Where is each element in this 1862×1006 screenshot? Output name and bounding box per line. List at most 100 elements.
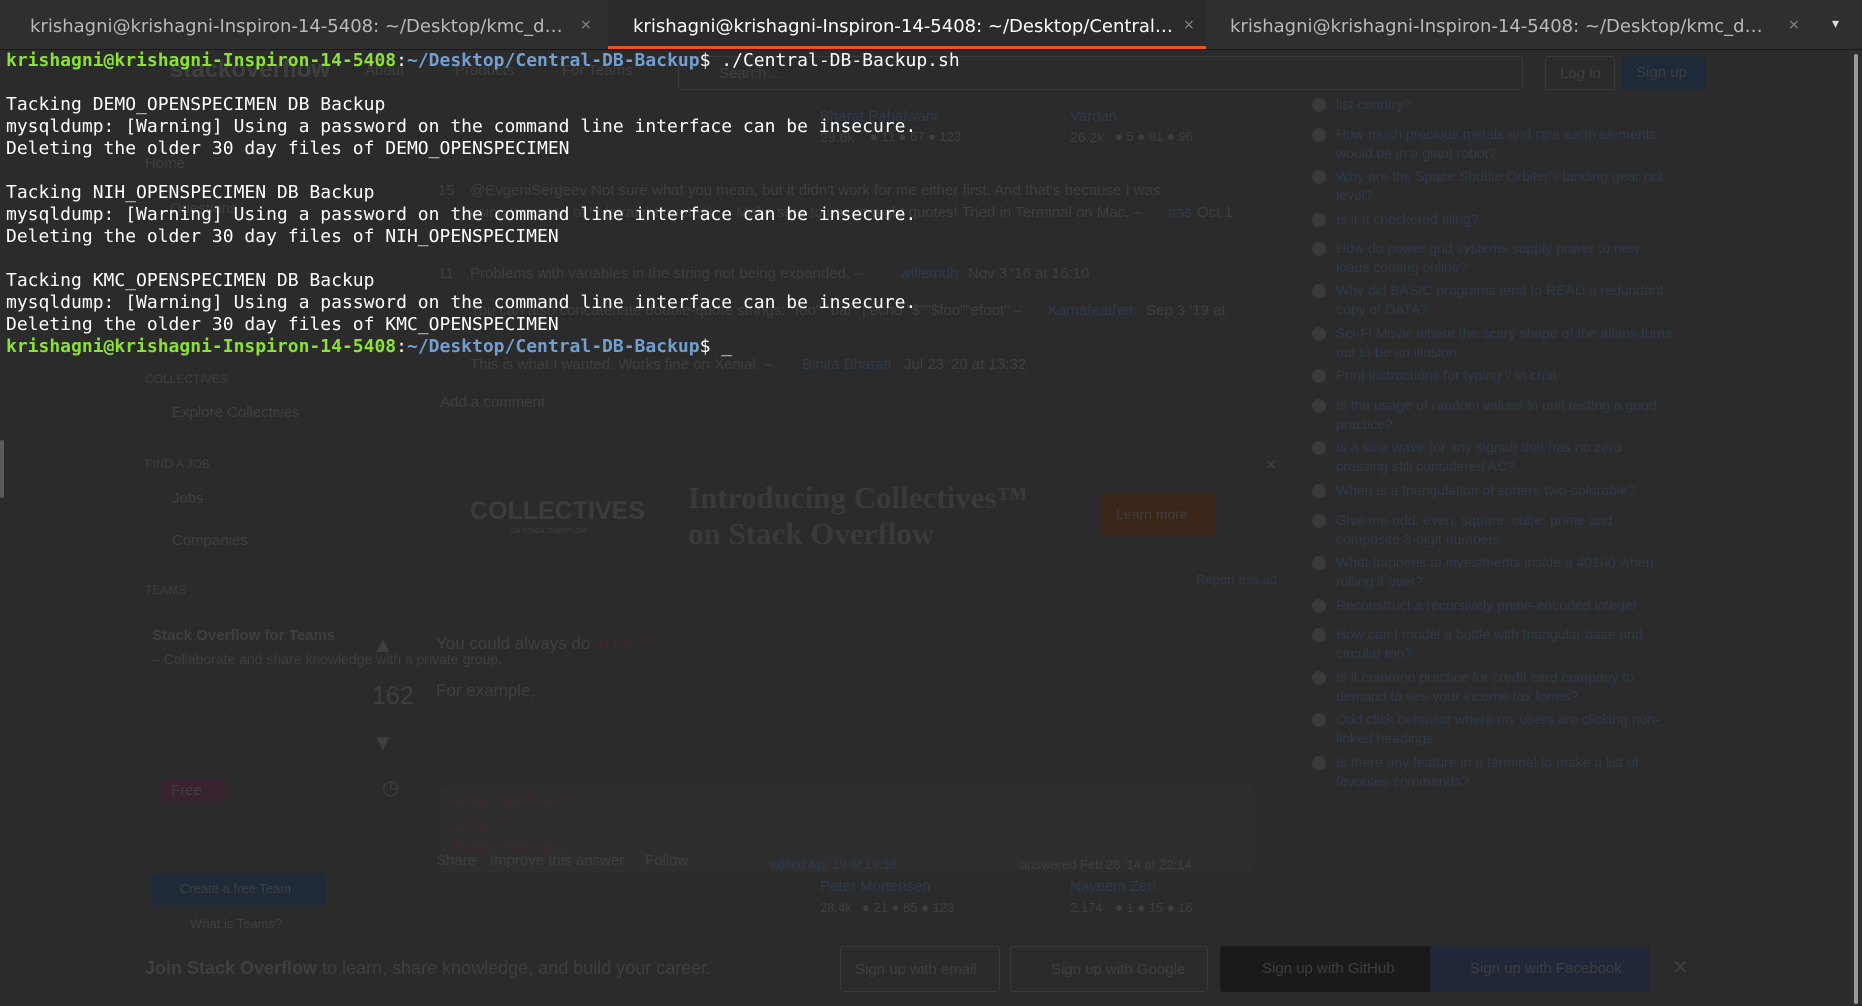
answerer-badges: ● 1 ● 15 ● 16 [1115, 900, 1193, 915]
signup-facebook-label: Sign up with Facebook [1470, 960, 1622, 977]
terminal-tab-2-active[interactable]: krishagni@krishagni-Inspiron-14-5408: ~/… [608, 0, 1206, 49]
output-line: Deleting the older 30 day files of NIH_O… [6, 226, 559, 247]
editor-name: Peter Mortensen [820, 878, 931, 895]
edited-date: edited Apr 19 at 19:18 [770, 857, 898, 872]
signup-email-label: Sign up with email [855, 961, 977, 978]
join-bar-text: Join Stack Overflow to learn, share know… [145, 958, 711, 979]
answer-improve: Improve this answer [490, 852, 625, 869]
prompt-line: krishagni@krishagni-Inspiron-14-5408:~/D… [6, 336, 733, 357]
terminal-tab-3[interactable]: krishagni@krishagni-Inspiron-14-5408: ~/… [1208, 0, 1808, 49]
site-favicon-icon [1312, 756, 1326, 770]
free-badge: Free [161, 780, 226, 802]
ad-close-icon: ✕ [1265, 457, 1278, 474]
command-output: Tacking DEMO_OPENSPECIMEN DB Backup mysql… [6, 72, 1846, 336]
related-question-link: Print instructions for typing \' in chat [1336, 367, 1557, 383]
prompt-user-host: krishagni@krishagni-Inspiron-14-5408 [6, 50, 397, 71]
signup-google-button: Sign up with Google [1010, 946, 1208, 992]
terminal-tab-1[interactable]: krishagni@krishagni-Inspiron-14-5408: ~/… [0, 0, 606, 49]
signup-github-label: Sign up with GitHub [1262, 960, 1395, 977]
create-team-label: Create a free Team [180, 881, 292, 896]
signup-email-button: Sign up with email [840, 946, 1000, 992]
related-question-link: How can I model a bottle with triangular… [1336, 626, 1643, 661]
join-bar-close-icon: ✕ [1672, 957, 1689, 979]
output-line: Tacking DEMO_OPENSPECIMEN DB Backup [6, 94, 386, 115]
answered-date: answered Feb 28 '14 at 22:14 [1020, 857, 1192, 872]
ad-cta-label: Learn more [1116, 506, 1188, 522]
site-favicon-icon [1312, 399, 1326, 413]
sidebar-companies: Companies [172, 532, 248, 549]
ad-learn-more-button: Learn more [1102, 494, 1216, 536]
answerer-name: Nayeem Zen [1070, 878, 1156, 895]
site-favicon-icon [1312, 484, 1326, 498]
answer-follow: Follow [645, 852, 689, 869]
ad-brand: COLLECTIVES [470, 497, 646, 525]
explore-collectives: Explore Collectives [172, 404, 300, 421]
tab-title: krishagni@krishagni-Inspiron-14-5408: ~/… [633, 16, 1173, 37]
collectives-header: COLLECTIVES [145, 372, 228, 386]
close-icon[interactable]: × [1788, 17, 1800, 33]
ad-brand-sub: ON STACK OVERFLOW [510, 528, 588, 535]
output-line: Deleting the older 30 day files of DEMO_… [6, 138, 570, 159]
site-favicon-icon [1312, 628, 1326, 642]
comment-user: Binita Bharati [802, 356, 892, 373]
ad-title-line1: Introducing Collectives™ [688, 480, 1028, 515]
comment-text: This is what I wanted. Works fine on Xen… [470, 356, 773, 373]
output-line: Tacking KMC_OPENSPECIMEN DB Backup [6, 270, 375, 291]
close-icon[interactable]: × [1183, 17, 1195, 33]
editor-badges: ● 21 ● 85 ● 123 [862, 900, 955, 915]
find-job-header: FIND A JOB [145, 457, 210, 471]
site-favicon-icon [1312, 556, 1326, 570]
teams-title: Stack Overflow for Teams [152, 627, 336, 644]
history-icon: ◷ [382, 777, 400, 799]
related-question-link: Is a sine wave (or any signal) that has … [1336, 439, 1622, 474]
site-favicon-icon [1312, 599, 1326, 613]
terminal-scrollbar[interactable] [1850, 50, 1862, 1006]
related-question-link: What happens to investments inside a 401… [1336, 554, 1654, 589]
output-line: mysqldump: [Warning] Using a password on… [6, 116, 917, 137]
related-question-link: Is it common practice for credit card co… [1336, 669, 1634, 704]
upvote-icon: ▲ [372, 632, 394, 657]
terminal-output[interactable]: krishagni@krishagni-Inspiron-14-5408:~/D… [6, 50, 1846, 358]
site-favicon-icon [1312, 514, 1326, 528]
answer-text-pre: You could always do [436, 634, 596, 653]
active-tab-indicator [608, 46, 1206, 49]
comment-date: Jul 23 '20 at 13:32 [904, 356, 1027, 373]
free-badge-label: Free [171, 782, 202, 799]
sidebar-jobs: Jobs [172, 490, 204, 507]
report-ad-link: Report this ad [1196, 572, 1277, 587]
related-question-link: Reconstruct a recursively prime-encoded … [1336, 597, 1638, 613]
add-comment-link: Add a comment [440, 394, 546, 411]
code-line: echo "Hello," [452, 793, 570, 811]
answer-inline-code: echo "" [595, 635, 659, 653]
scrollbar-thumb[interactable] [1854, 54, 1858, 1004]
join-bar-rest: to learn, share knowledge, and build you… [317, 958, 712, 978]
site-favicon-icon [1312, 441, 1326, 455]
prompt-command: ./Central-DB-Backup.sh [721, 50, 960, 71]
prompt-user-host: krishagni@krishagni-Inspiron-14-5408 [6, 336, 397, 357]
answer-share: Share [436, 852, 477, 869]
answer-text-post: . [658, 634, 664, 653]
downvote-icon: ▼ [372, 730, 394, 755]
output-line: mysqldump: [Warning] Using a password on… [6, 204, 917, 225]
output-line: mysqldump: [Warning] Using a password on… [6, 292, 917, 313]
prompt-cwd: ~/Desktop/Central-DB-Backup [406, 336, 700, 357]
site-favicon-icon [1312, 671, 1326, 685]
what-is-teams: What is Teams? [190, 916, 283, 931]
ad-title-line2: on Stack Overflow [688, 516, 935, 551]
site-favicon-icon [1312, 713, 1326, 727]
answerer-rep: 2,174 [1070, 900, 1103, 915]
close-icon[interactable]: × [580, 17, 592, 33]
prompt-line: krishagni@krishagni-Inspiron-14-5408:~/D… [6, 50, 960, 71]
join-bar-lead: Join Stack Overflow [145, 958, 318, 978]
teams-header: TEAMS [145, 583, 187, 597]
create-team-button: Create a free Team [152, 873, 326, 905]
related-question-link: Is there any feature in a terminal to ma… [1336, 754, 1639, 789]
output-line: Deleting the older 30 day files of KMC_O… [6, 314, 559, 335]
terminal-tab-bar: krishagni@krishagni-Inspiron-14-5408: ~/… [0, 0, 1862, 50]
tab-menu-chevron-down-icon[interactable]: ▾ [1832, 16, 1839, 32]
terminal-cursor: _ [721, 336, 733, 357]
output-line: Tacking NIH_OPENSPECIMEN DB Backup [6, 182, 375, 203]
answer-score: 162 [372, 682, 414, 710]
prompt-cwd: ~/Desktop/Central-DB-Backup [406, 50, 700, 71]
